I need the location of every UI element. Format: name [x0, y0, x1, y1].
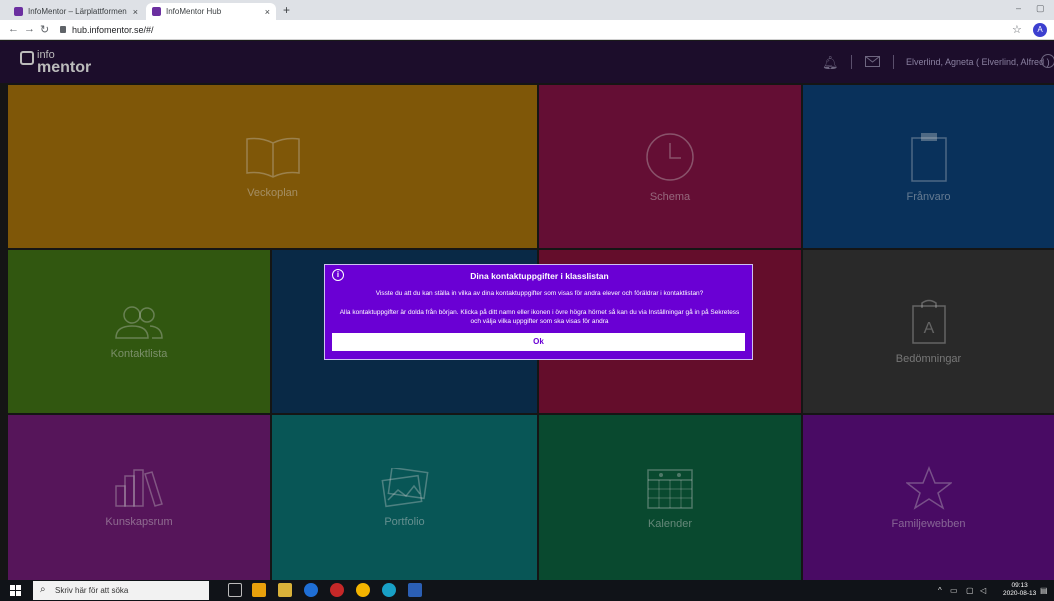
tray-volume-icon[interactable]: ◁	[980, 586, 986, 595]
header-divider	[893, 55, 894, 69]
browser-address-bar: ← → ↻ hub.infomentor.se/#/ ☆ A	[0, 20, 1054, 40]
chrome-icon[interactable]	[356, 583, 370, 597]
tile-veckoplan[interactable]: Veckoplan	[8, 85, 537, 248]
clock-date: 2020-08-13	[1003, 590, 1037, 597]
contact-info-dialog: i Dina kontaktuppgifter i klasslistan Vi…	[324, 264, 753, 360]
windows-taskbar: ⌕ Skriv här för att söka ^ ▭ ▢ ◁ 09:13 2…	[0, 580, 1054, 601]
app-icon[interactable]	[330, 583, 344, 597]
tile-familjewebben[interactable]: Familjewebben	[803, 415, 1054, 580]
tile-label: Bedömningar	[895, 352, 962, 365]
new-tab-button[interactable]: +	[283, 3, 290, 17]
task-view-icon[interactable]	[228, 583, 242, 597]
tile-label: Portfolio	[384, 515, 425, 528]
edge-legacy-icon[interactable]	[304, 583, 318, 597]
browser-tab-bar: InfoMentor – Lärplattformen m… × InfoMen…	[0, 0, 1054, 20]
search-icon: ⌕	[40, 584, 46, 595]
word-icon[interactable]	[408, 583, 422, 597]
clock-time: 09:13	[1011, 582, 1028, 589]
tile-label: Frånvaro	[906, 190, 951, 203]
taskbar-search-input[interactable]: ⌕ Skriv här för att söka	[33, 581, 209, 600]
people-icon	[115, 305, 163, 339]
dialog-paragraph-1: Visste du att du kan ställa in vilka av …	[375, 290, 704, 297]
tile-kunskapsrum[interactable]: Kunskapsrum	[8, 415, 270, 580]
dialog-paragraph-2: Alla kontaktuppgifter är dolda från börj…	[339, 309, 740, 325]
mail-icon[interactable]	[865, 56, 880, 67]
tile-franvaro[interactable]: Frånvaro	[803, 85, 1054, 248]
tray-chevron-icon[interactable]: ^	[938, 586, 942, 595]
close-tab-icon[interactable]: ×	[133, 7, 138, 17]
outlook-icon[interactable]	[252, 583, 266, 597]
tile-label: Schema	[649, 190, 691, 203]
grade-clipboard-icon: A	[911, 299, 946, 344]
clock-icon	[646, 132, 694, 181]
pictures-icon	[381, 467, 428, 507]
app-header: info mentor 🔔︎ Elverlind, Agneta ( Elver…	[0, 41, 1054, 83]
tray-network-icon[interactable]: ▭	[950, 586, 958, 595]
close-tab-icon[interactable]: ×	[265, 7, 270, 17]
profile-avatar[interactable]: A	[1033, 23, 1047, 37]
ok-button[interactable]: Ok	[332, 333, 745, 351]
tab-title: InfoMentor Hub	[166, 7, 222, 16]
file-explorer-icon[interactable]	[278, 583, 292, 597]
tile-label: Kalender	[647, 517, 693, 530]
minimize-window-button[interactable]: –	[1016, 3, 1021, 13]
url-field[interactable]: hub.infomentor.se/#/	[72, 25, 154, 35]
tab-title: InfoMentor – Lärplattformen m…	[28, 7, 129, 16]
taskbar-clock[interactable]: 09:13 2020-08-13	[1003, 582, 1036, 598]
star-icon	[905, 465, 952, 510]
infomentor-favicon-icon	[14, 7, 23, 16]
logo-text-bottom: mentor	[37, 59, 92, 76]
reload-icon[interactable]: ↻	[40, 23, 49, 36]
infomentor-favicon-icon	[152, 7, 161, 16]
browser-tab-2[interactable]: InfoMentor Hub ×	[146, 3, 276, 20]
book-icon	[245, 137, 300, 178]
calendar-icon	[647, 468, 693, 509]
header-divider	[851, 55, 852, 69]
lock-icon	[60, 26, 66, 33]
tile-label: Kunskapsrum	[105, 515, 173, 528]
windows-start-icon[interactable]	[10, 585, 21, 596]
search-placeholder: Skriv här för att söka	[55, 586, 129, 595]
bookmark-star-icon[interactable]: ☆	[1012, 23, 1022, 36]
books-icon	[115, 468, 163, 507]
tile-portfolio[interactable]: Portfolio	[272, 415, 537, 580]
tile-kontaktlista[interactable]: Kontaktlista	[8, 250, 270, 413]
back-arrow-icon[interactable]: ←	[8, 23, 19, 35]
user-settings-icon[interactable]	[1041, 54, 1054, 68]
tile-kalender[interactable]: Kalender	[539, 415, 801, 580]
browser-tab-1[interactable]: InfoMentor – Lärplattformen m… ×	[8, 3, 144, 20]
dialog-title: Dina kontaktuppgifter i klasslistan	[470, 271, 609, 281]
tile-label: Veckoplan	[247, 186, 298, 199]
tile-schema[interactable]: Schema	[539, 85, 801, 248]
grade-letter: A	[923, 320, 934, 337]
bell-icon[interactable]: 🔔︎	[822, 55, 839, 71]
tile-bedomningar[interactable]: A Bedömningar	[803, 250, 1054, 413]
tile-label: Kontaktlista	[110, 347, 168, 360]
restore-window-button[interactable]: ▢	[1036, 3, 1045, 14]
forward-arrow-icon[interactable]: →	[24, 23, 35, 35]
edge-icon[interactable]	[382, 583, 396, 597]
user-name-link[interactable]: Elverlind, Agneta ( Elverlind, Alfred )	[906, 57, 1050, 67]
infomentor-logo-icon	[20, 51, 34, 65]
tile-label: Familjewebben	[891, 517, 966, 530]
clipboard-icon	[910, 132, 947, 182]
tray-display-icon[interactable]: ▢	[966, 586, 974, 595]
notifications-icon[interactable]: ▤	[1040, 586, 1048, 595]
